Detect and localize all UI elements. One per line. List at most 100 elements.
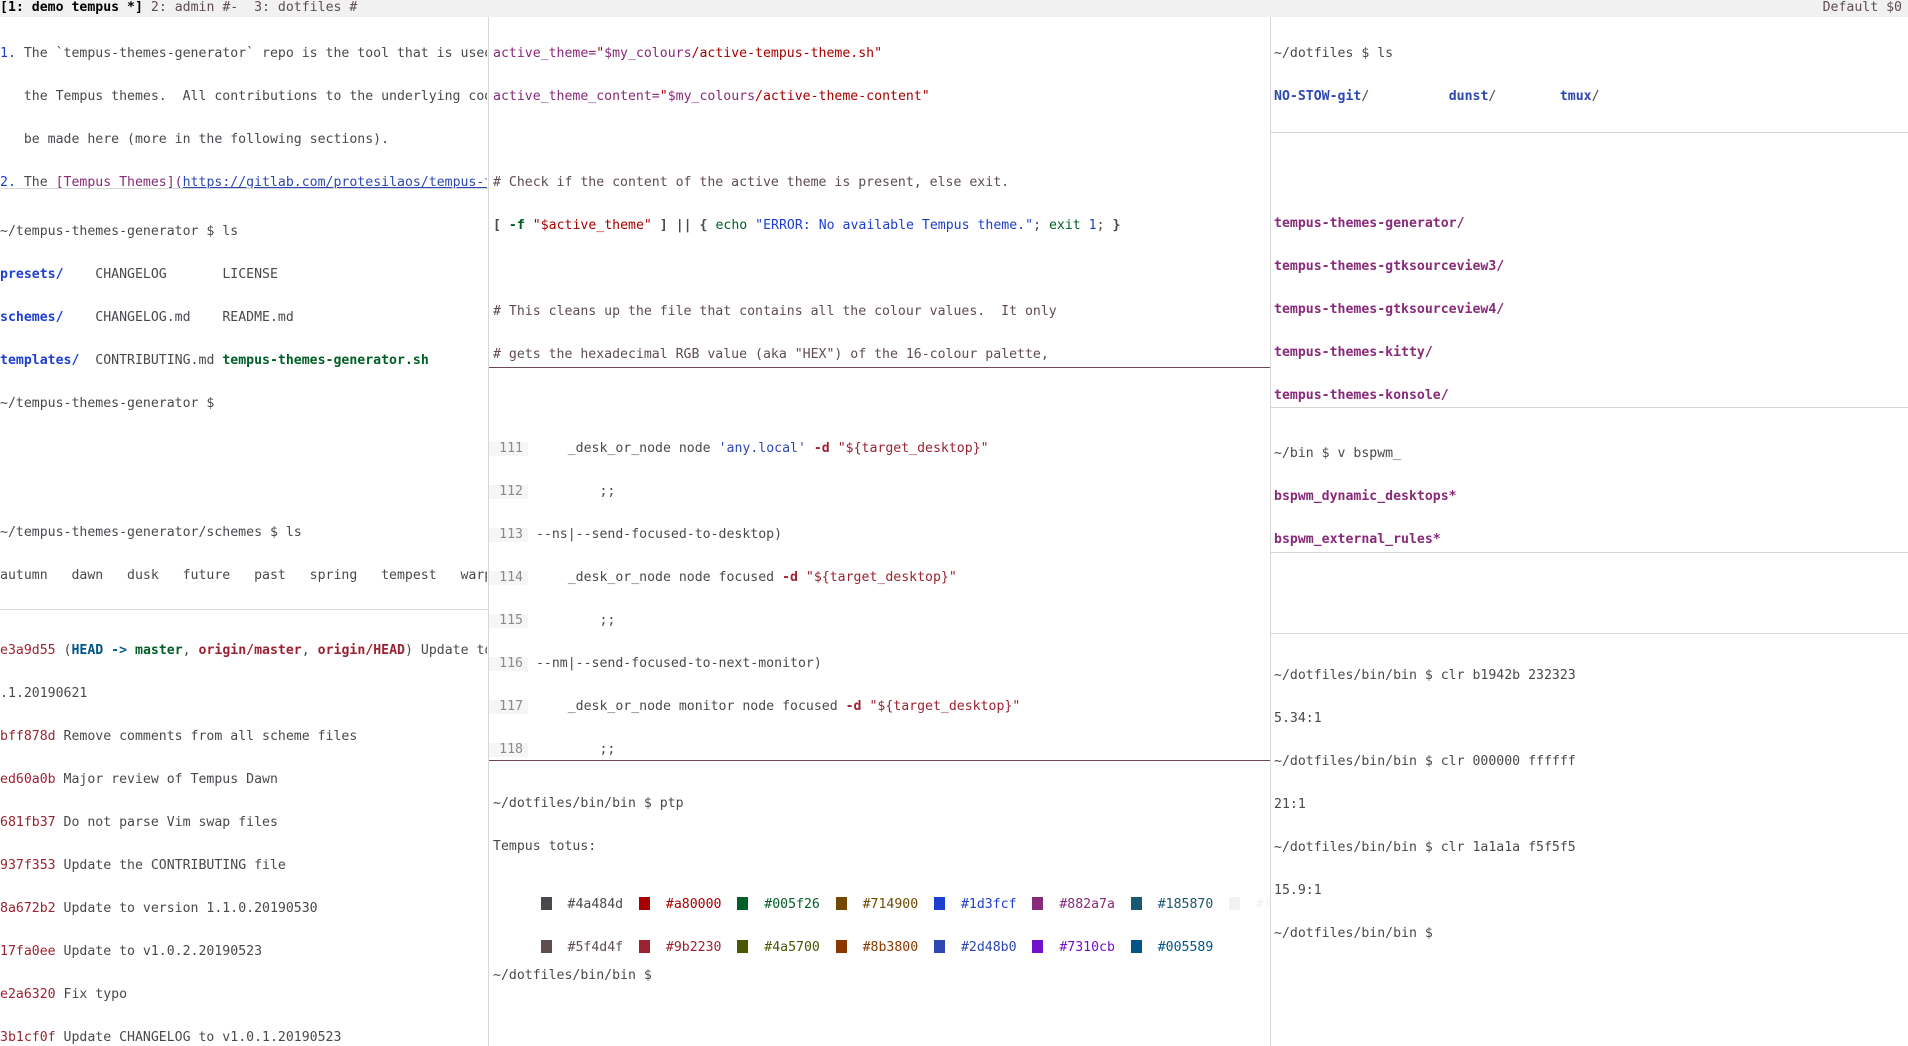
commit-hash-2: ed60a0b	[0, 771, 56, 787]
pane-left-top-readme[interactable]: 1.1. The `tempus-themes-generator` repo …	[0, 18, 487, 188]
palette-title: Tempus totus:	[493, 838, 597, 854]
pane-separator-left-2[interactable]	[0, 609, 488, 610]
palette-hex-0: #4a484d	[567, 897, 624, 913]
commit-msg-6: Update to v1.0.2.20190523	[55, 943, 263, 959]
bspwm-script-external-rules: bspwm_external_rules*	[1274, 531, 1441, 547]
dir-presets: presets/	[0, 266, 64, 282]
pane-separator-right-2[interactable]	[1271, 407, 1908, 408]
line-number-118: 118	[489, 742, 528, 758]
schemes-row-1: autumn dawn dusk future past spring temp…	[0, 567, 487, 583]
swatch-11	[835, 940, 847, 954]
clr-line-3: 21:1	[1274, 796, 1306, 812]
commit-hash-6: 17fa0ee	[0, 943, 56, 959]
tmux-window-2[interactable]: 2: admin #-	[151, 0, 238, 15]
palette-row-1: #4a484d #a80000 #005f26 #714900 #1d3fcf …	[493, 883, 1268, 912]
git-ref-origin-master: origin/master	[198, 642, 302, 658]
pane-left-bottom-gitlog[interactable]: e3a9d55 (HEAD -> master, origin/master, …	[0, 615, 487, 1046]
clr-line-4: ~/dotfiles/bin/bin $ clr 1a1a1a f5f5f5	[1274, 839, 1576, 855]
repo-generator: tempus-themes-generator/	[1274, 215, 1465, 231]
commit-msg-3: Do not parse Vim swap files	[55, 814, 278, 830]
pane-separator-left-1[interactable]	[0, 188, 488, 189]
md-link-url[interactable]: https://gitlab.com/protesilaos/tempus-th…	[183, 175, 487, 188]
commit-hash-5: 8a672b2	[0, 900, 56, 916]
commit-msg-7: Fix typo	[55, 986, 128, 1002]
pane-separator-center-right[interactable]	[1270, 17, 1271, 1046]
commit-wrap-0: .1.20190621	[0, 685, 88, 701]
repo-gtksourceview3: tempus-themes-gtksourceview3/	[1274, 258, 1505, 274]
swatch-12	[934, 940, 946, 954]
tmux-session: [1: demo tempus *] 2: admin #- 3: dotfil…	[0, 0, 1908, 1046]
pane-separator-center-2[interactable]	[489, 760, 1270, 761]
md-line-1: the Tempus themes. All contributions to …	[23, 88, 487, 104]
git-ref-origin-head: origin/HEAD	[317, 642, 405, 658]
md-list-number: 1.	[0, 45, 16, 61]
pane-right-top-dotfiles[interactable]: ~/dotfiles $ ls NO-STOW-git/ dunst/ tmux…	[1274, 18, 1908, 132]
commit-hash-3: 681fb37	[0, 814, 56, 830]
pane-right-mid-repos[interactable]: tempus-themes-generator/ tempus-themes-g…	[1274, 188, 1908, 406]
palette-hex-14: #005589	[1157, 940, 1214, 956]
dotfiles-item-no-stow-git: NO-STOW-git	[1274, 88, 1362, 104]
palette-hex-12: #2d48b0	[960, 940, 1017, 956]
pane-center-bottom-palette[interactable]: ~/dotfiles/bin/bin $ ptp Tempus totus: #…	[493, 768, 1268, 1046]
palette-hex-7: #f3f1f3	[1256, 897, 1268, 913]
pane-separator-right-4[interactable]	[1271, 633, 1908, 634]
dir-schemes: schemes/	[0, 309, 64, 325]
palette-hex-8: #5f4d4f	[567, 940, 624, 956]
bspwm-prompt-1: ~/bin $ v bspwm_	[1274, 445, 1402, 461]
palette-hex-9: #9b2230	[665, 940, 722, 956]
pane-right-mid2-bspwm-scripts[interactable]: ~/bin $ v bspwm_ bspwm_dynamic_desktops*…	[1274, 418, 1908, 552]
pane-separator-right-1[interactable]	[1271, 132, 1908, 133]
bspwm-script-dynamic-desktops: bspwm_dynamic_desktops*	[1274, 488, 1457, 504]
dir-templates: templates/	[0, 352, 80, 368]
commit-msg-8: Update CHANGELOG to v1.0.1.20190523	[55, 1029, 342, 1045]
pane-separator-right-3[interactable]	[1271, 552, 1908, 553]
pane-left-mid-shell[interactable]: ~/tempus-themes-generator $ ls presets/ …	[0, 196, 487, 608]
pane-right-bottom-contrast[interactable]: ~/dotfiles/bin/bin $ clr b1942b 232323 5…	[1274, 640, 1908, 1046]
clr-line-0: ~/dotfiles/bin/bin $ clr b1942b 232323	[1274, 667, 1576, 683]
pane-center-top-script[interactable]: active_theme="$my_colours/active-tempus-…	[493, 18, 1268, 366]
commit-msg-2: Major review of Tempus Dawn	[55, 771, 278, 787]
git-ref-master: master	[135, 642, 183, 658]
swatch-13	[1032, 940, 1044, 954]
swatch-9	[639, 940, 650, 954]
pane-separator-center-1[interactable]	[489, 367, 1270, 368]
tmux-window-3[interactable]: 3: dotfiles #	[254, 0, 357, 15]
line-number-117: 117	[489, 699, 528, 715]
palette-hex-6: #185870	[1157, 897, 1214, 913]
commit-msg-4: Update the CONTRIBUTING file	[55, 857, 286, 873]
swatch-4	[934, 897, 946, 911]
clr-line-6: ~/dotfiles/bin/bin $	[1274, 925, 1433, 941]
swatch-1	[639, 897, 650, 911]
md-link-label: [Tempus Themes](	[55, 174, 183, 188]
repo-kitty: tempus-themes-kitty/	[1274, 344, 1433, 360]
code-var-active-theme-content: active_theme_content=	[493, 88, 660, 104]
tmux-window-1[interactable]: [1: demo tempus *]	[0, 0, 143, 15]
md-list-number-2: 2.	[0, 174, 16, 188]
palette-hex-13: #7310cb	[1059, 940, 1115, 956]
commit-hash-8: 3b1cf0f	[0, 1029, 56, 1045]
shell-prompt-1: ~/tempus-themes-generator $ ls	[0, 223, 239, 239]
swatch-8	[540, 940, 552, 954]
line-number-113: 113	[489, 527, 528, 543]
palette-hex-11: #8b3800	[862, 940, 919, 956]
code-var-active-theme: active_theme=	[493, 45, 597, 61]
pane-center-vim-bspwm[interactable]: 111 _desk_or_node node 'any.local' -d "$…	[489, 370, 1270, 760]
shell-prompt-2: ~/tempus-themes-generator $	[0, 395, 215, 411]
commit-hash-1: bff878d	[0, 728, 56, 744]
line-number-115: 115	[489, 613, 528, 629]
swatch-14	[1130, 940, 1142, 954]
md-line-2: be made here (more in the following sect…	[0, 131, 390, 147]
swatch-0	[540, 897, 552, 911]
tmux-status-right: Default $0	[1822, 0, 1902, 16]
palette-row-2: #5f4d4f #9b2230 #4a5700 #8b3800 #2d48b0 …	[493, 926, 1268, 955]
dotfiles-prompt-1: ~/dotfiles $ ls	[1274, 45, 1394, 61]
palette-hex-5: #882a7a	[1059, 897, 1115, 913]
palette-hex-10: #4a5700	[764, 940, 820, 956]
swatch-7	[1229, 897, 1241, 911]
git-ref-head: HEAD ->	[71, 642, 135, 658]
dotfiles-item-dunst: dunst	[1448, 88, 1489, 104]
clr-line-2: ~/dotfiles/bin/bin $ clr 000000 ffffff	[1274, 753, 1576, 769]
code-comment-1: # Check if the content of the active the…	[493, 174, 1010, 190]
commit-hash-4: 937f353	[0, 857, 56, 873]
commit-hash-7: e2a6320	[0, 986, 56, 1002]
